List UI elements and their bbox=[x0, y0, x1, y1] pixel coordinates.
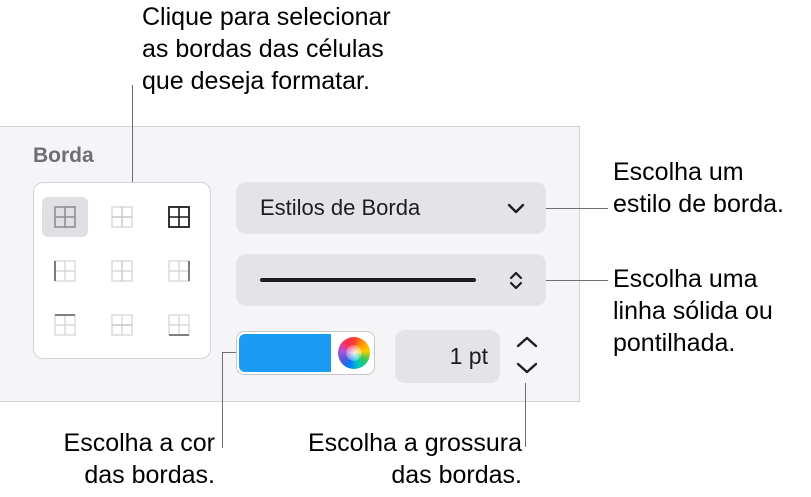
color-wheel-icon[interactable] bbox=[338, 337, 370, 369]
leader-line bbox=[525, 383, 526, 447]
border-left-button[interactable] bbox=[42, 251, 88, 291]
border-outer-button[interactable] bbox=[156, 197, 202, 237]
chevron-down-icon bbox=[516, 362, 538, 374]
leader-line bbox=[546, 208, 608, 209]
callout-border-style: Escolha um estilo de borda. bbox=[613, 156, 784, 220]
callout-line: estilo de borda. bbox=[613, 190, 784, 218]
top-border-icon bbox=[54, 314, 76, 336]
border-style-label: Estilos de Borda bbox=[260, 195, 421, 220]
border-inner-button[interactable] bbox=[99, 197, 145, 237]
bottom-border-icon bbox=[168, 314, 190, 336]
border-inner-vertical-button[interactable] bbox=[99, 251, 145, 291]
callout-line: Escolha a cor bbox=[63, 429, 215, 457]
line-style-popup[interactable] bbox=[236, 254, 546, 306]
color-swatch[interactable] bbox=[239, 334, 331, 372]
callout-line: Clique para selecionar bbox=[142, 3, 391, 31]
border-all-button[interactable] bbox=[42, 197, 88, 237]
outer-and-inner-borders-icon bbox=[168, 206, 190, 228]
callout-border-color: Escolha a cor das bordas. bbox=[64, 427, 215, 491]
leader-line bbox=[546, 280, 608, 281]
border-width-field[interactable]: 1 pt bbox=[395, 330, 500, 383]
callout-line: linha sólida ou bbox=[613, 297, 773, 325]
callout-line: Escolha a grossura bbox=[307, 429, 522, 457]
border-color-well[interactable] bbox=[236, 331, 375, 375]
callout-border-thickness: Escolha a grossura das bordas. bbox=[308, 427, 522, 491]
border-style-popup[interactable]: Estilos de Borda bbox=[236, 182, 546, 234]
section-title: Borda bbox=[33, 144, 94, 167]
callout-line: que deseja formatar. bbox=[142, 67, 370, 95]
inner-vertical-border-icon bbox=[111, 260, 133, 282]
callout-line: pontilhada. bbox=[613, 329, 736, 357]
inner-horizontal-border-icon bbox=[111, 314, 133, 336]
all-borders-icon bbox=[54, 206, 76, 228]
callout-line: das bordas. bbox=[391, 461, 522, 489]
chevron-up-icon bbox=[516, 336, 538, 348]
leader-line bbox=[222, 352, 236, 353]
border-inner-horizontal-button[interactable] bbox=[99, 305, 145, 345]
callout-line: as bordas das células bbox=[142, 35, 384, 63]
border-top-button[interactable] bbox=[42, 305, 88, 345]
leader-line bbox=[132, 85, 133, 183]
border-right-button[interactable] bbox=[156, 251, 202, 291]
right-border-icon bbox=[168, 260, 190, 282]
decrease-width-button[interactable] bbox=[506, 355, 548, 381]
callout-line: das bordas. bbox=[84, 461, 215, 489]
callout-select-borders: Clique para selecionar as bordas das cél… bbox=[142, 1, 391, 97]
left-border-icon bbox=[54, 260, 76, 282]
border-width-value: 1 pt bbox=[449, 343, 488, 369]
solid-line-preview bbox=[260, 278, 476, 282]
inner-borders-icon bbox=[111, 206, 133, 228]
up-down-chevron-icon bbox=[509, 271, 523, 290]
border-selector bbox=[33, 182, 211, 359]
chevron-down-icon bbox=[507, 203, 525, 214]
callout-line: Escolha um bbox=[613, 158, 744, 186]
callout-line-type: Escolha uma linha sólida ou pontilhada. bbox=[613, 263, 773, 359]
border-bottom-button[interactable] bbox=[156, 305, 202, 345]
increase-width-button[interactable] bbox=[506, 329, 548, 355]
callout-line: Escolha uma bbox=[613, 265, 758, 293]
leader-line bbox=[222, 352, 223, 448]
border-width-stepper bbox=[506, 329, 548, 381]
